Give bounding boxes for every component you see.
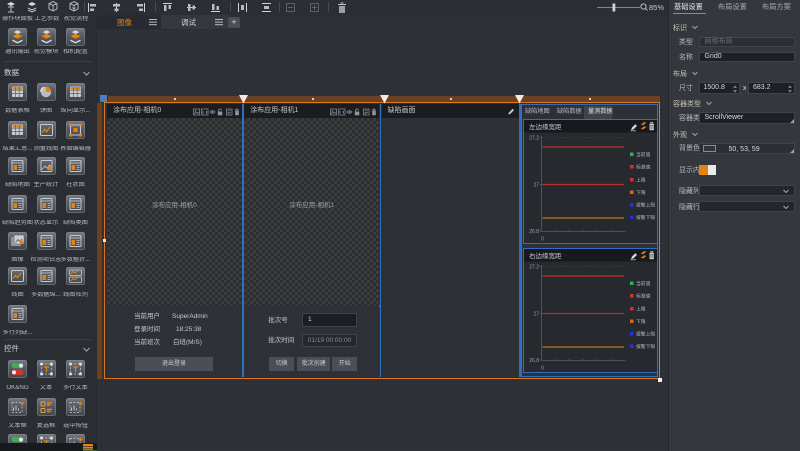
svg-text:左边缘宽距: 左边缘宽距 (529, 122, 562, 131)
svg-text:27: 27 (534, 311, 540, 317)
svg-text:上限: 上限 (636, 176, 646, 183)
svg-text:右边缘宽距: 右边缘宽距 (529, 251, 562, 260)
svg-text:当前值: 当前值 (636, 151, 651, 158)
svg-text:26.8: 26.8 (530, 358, 540, 364)
svg-text:27: 27 (534, 182, 540, 188)
svg-text:报警上限: 报警上限 (636, 201, 655, 208)
svg-text:标准值: 标准值 (636, 163, 651, 170)
svg-text:下限: 下限 (636, 318, 646, 325)
svg-text:上限: 上限 (636, 305, 646, 312)
svg-text:27.2: 27.2 (530, 264, 540, 270)
svg-text:下限: 下限 (636, 189, 646, 196)
svg-text:报警上限: 报警上限 (636, 330, 655, 337)
svg-text:0: 0 (541, 365, 544, 371)
svg-text:标准值: 标准值 (636, 292, 651, 299)
svg-text:27.2: 27.2 (530, 135, 540, 141)
svg-text:当前值: 当前值 (636, 280, 651, 287)
svg-text:报警下限: 报警下限 (636, 214, 655, 221)
svg-text:报警下限: 报警下限 (636, 343, 655, 350)
svg-text:0: 0 (541, 236, 544, 242)
svg-text:26.8: 26.8 (530, 229, 540, 235)
